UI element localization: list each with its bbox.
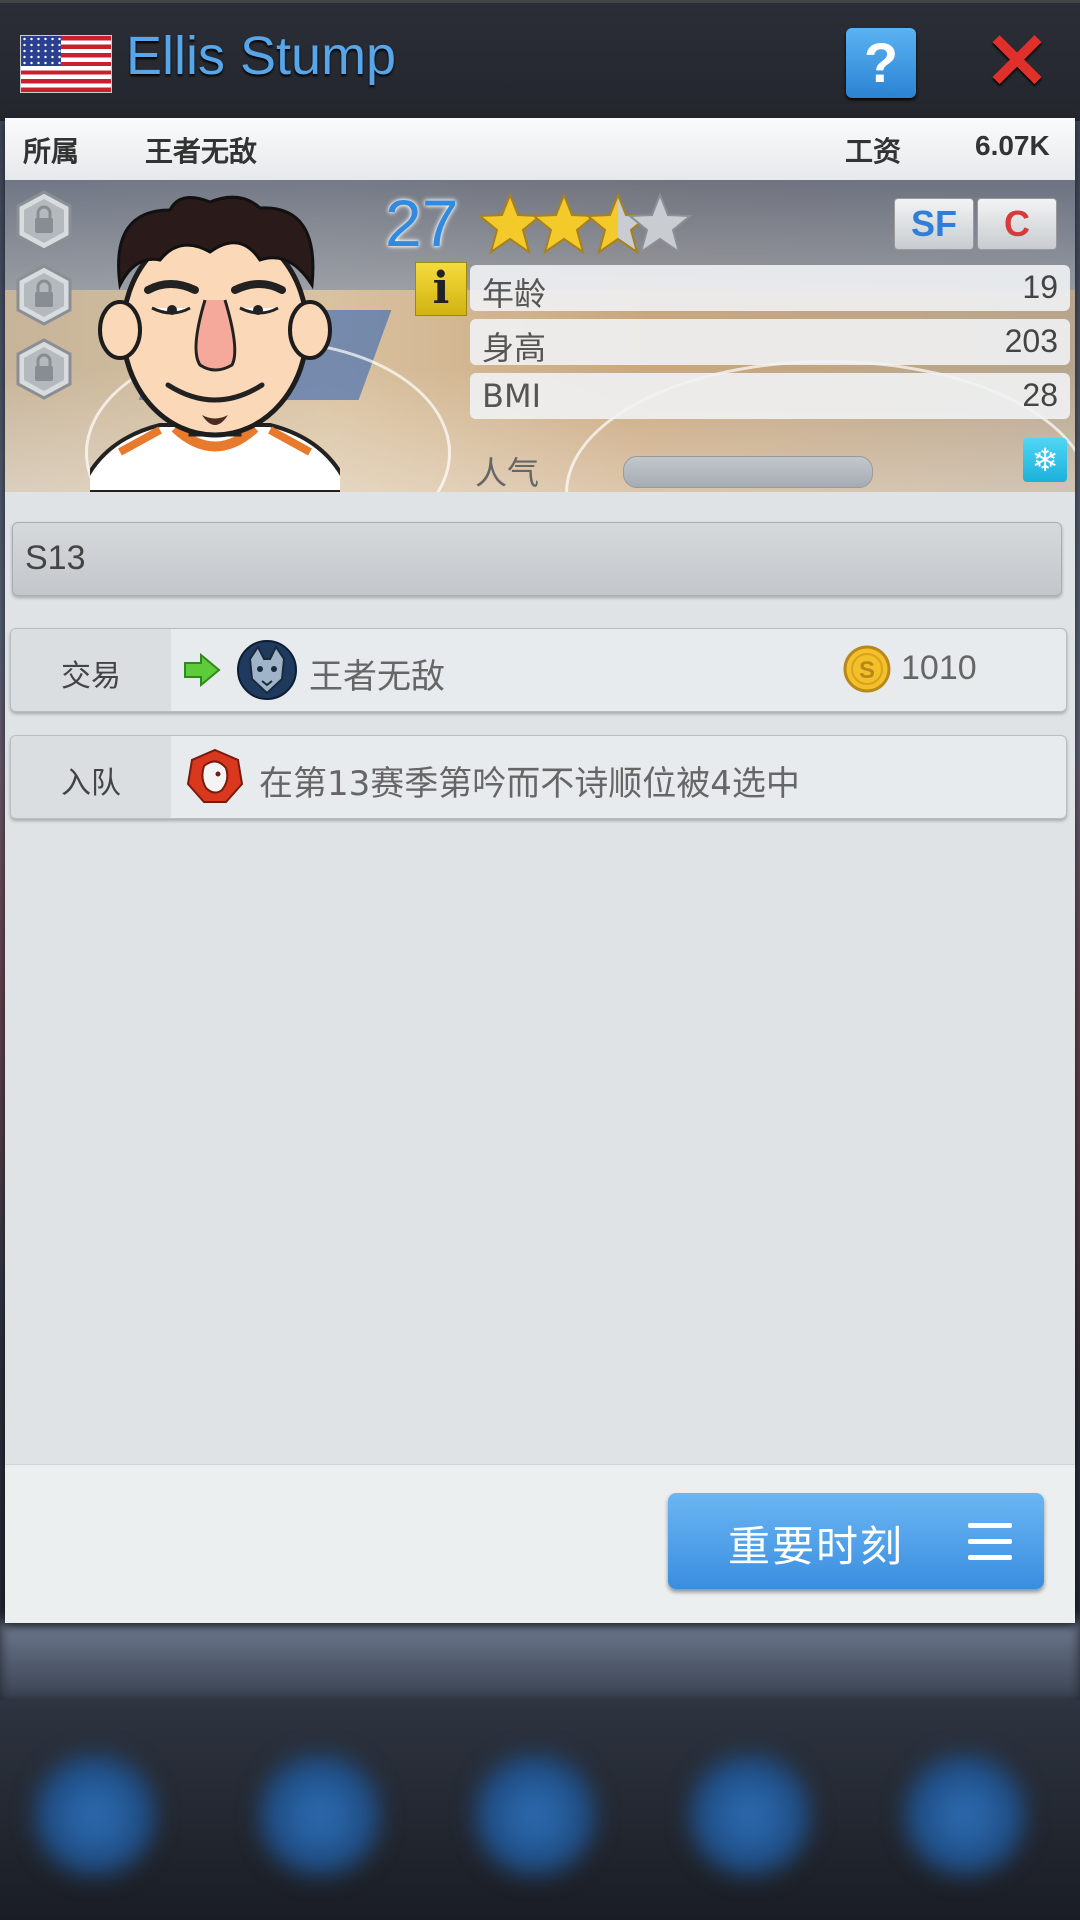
popularity-label: 人气: [475, 454, 540, 492]
team-salary-bar: 所属 王者无敌 工资 6.07K: [5, 118, 1075, 181]
stat-value: 19: [1022, 269, 1058, 305]
arrow-right-icon: [184, 653, 221, 687]
stat-label: BMI: [482, 377, 541, 415]
blurred-upgrade-icon: [470, 1750, 600, 1880]
season-header[interactable]: S13: [12, 522, 1062, 596]
popularity-bar: [623, 456, 873, 488]
team-label: 所属: [23, 135, 80, 168]
close-button[interactable]: ✕: [982, 22, 1052, 100]
blurred-money-icon: [255, 1750, 385, 1880]
season-label: S13: [25, 539, 86, 577]
history-row-trade[interactable]: 交易 王者无敌 S 1010: [10, 628, 1067, 712]
lock-icon: [16, 264, 72, 326]
history-label: 交易: [61, 659, 121, 694]
history-row-draft[interactable]: 入队 在第13赛季第吟而不诗顺位被4选中: [10, 735, 1067, 819]
player-avatar: [90, 195, 340, 492]
stat-label: 身高: [482, 329, 547, 367]
stat-value: 203: [1004, 323, 1058, 359]
skill-slot-locked[interactable]: [15, 264, 73, 326]
history-label-cell: 交易: [11, 629, 171, 711]
player-name: Ellis Stump: [126, 26, 397, 86]
history-label-cell: 入队: [11, 736, 171, 818]
usa-flag-icon: [20, 35, 112, 93]
wolf-team-logo-icon: [237, 640, 297, 700]
team-value: 王者无敌: [145, 135, 258, 168]
lion-team-logo-icon: [186, 748, 244, 803]
key-moments-button[interactable]: 重要时刻: [668, 1493, 1044, 1589]
menu-icon: [968, 1523, 1012, 1563]
history-team-name: 王者无敌: [309, 657, 445, 697]
player-detail-panel: 所属 王者无敌 工资 6.07K 27 SF C i 年龄 19 身高 203 …: [5, 118, 1075, 1623]
salary-value: 6.07K: [975, 130, 1050, 161]
skill-slot-locked[interactable]: [15, 190, 73, 252]
salary-label: 工资: [845, 135, 902, 168]
skill-slot-locked[interactable]: [15, 338, 73, 400]
blurred-home-icon: [30, 1750, 160, 1880]
coin-icon: S: [843, 645, 891, 693]
star-empty-icon: [628, 192, 692, 255]
position-sf-button[interactable]: SF: [894, 198, 974, 250]
blurred-refresh-icon: [685, 1750, 815, 1880]
coin-value: 1010: [901, 649, 977, 687]
position-c-button[interactable]: C: [977, 198, 1057, 250]
lock-icon: [16, 338, 72, 400]
stat-row-bmi: BMI 28: [470, 373, 1070, 419]
player-card: 27 SF C i 年龄 19 身高 203 BMI 28 人气 ❄: [5, 180, 1075, 492]
stat-row-age: 年龄 19: [470, 265, 1070, 313]
help-button[interactable]: ?: [846, 28, 916, 98]
stat-label: 年龄: [482, 275, 547, 313]
info-icon[interactable]: i: [415, 262, 467, 316]
blurred-shop-icon: [900, 1750, 1030, 1880]
svg-text:S: S: [859, 657, 875, 684]
snowflake-icon[interactable]: ❄: [1023, 438, 1067, 482]
draft-description: 在第13赛季第吟而不诗顺位被4选中: [259, 764, 800, 804]
player-header: Ellis Stump ? ✕: [0, 0, 1080, 121]
history-label: 入队: [61, 766, 121, 801]
stat-value: 28: [1022, 377, 1058, 413]
blurred-background-strip: [0, 1620, 1080, 1700]
player-rating: 27: [385, 186, 459, 260]
lock-icon: [16, 190, 72, 252]
stat-row-height: 身高 203: [470, 319, 1070, 367]
key-moments-label: 重要时刻: [728, 1522, 905, 1571]
